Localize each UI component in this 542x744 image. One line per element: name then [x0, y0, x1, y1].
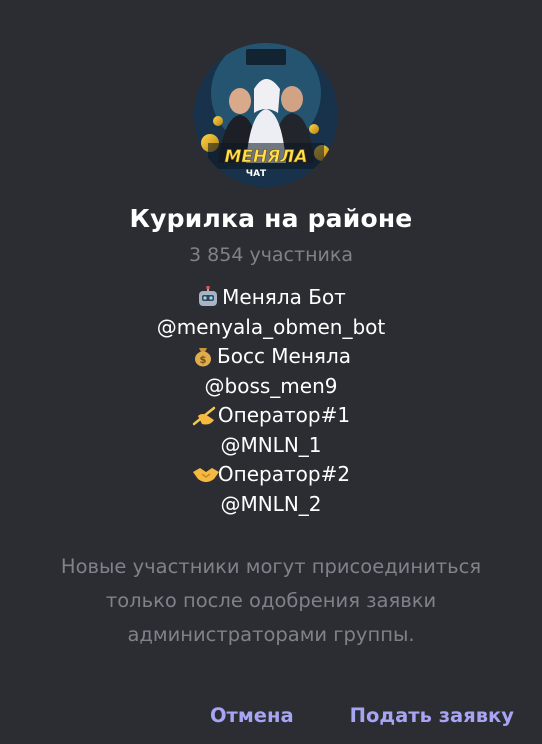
- description-text: Оператор#2: [217, 462, 351, 486]
- bot-username-link[interactable]: @menyala_obmen_bot: [157, 315, 386, 339]
- join-approval-notice: Новые участники могут присоединиться тол…: [0, 550, 542, 652]
- group-avatar: МЕНЯЛА ЧАТ: [194, 43, 338, 187]
- dialog-actions: Отмена Подать заявку: [210, 700, 514, 732]
- avatar-image: МЕНЯЛА ЧАТ: [194, 43, 338, 187]
- svg-text:ЧАТ: ЧАТ: [246, 169, 267, 179]
- svg-text:МЕНЯЛА: МЕНЯЛА: [224, 147, 307, 167]
- cancel-button[interactable]: Отмена: [210, 700, 294, 732]
- join-request-dialog: МЕНЯЛА ЧАТ Курилка на районе 3 854 участ…: [0, 0, 542, 744]
- operator2-username-link[interactable]: @MNLN_2: [220, 492, 321, 516]
- description-line: @menyala_obmen_bot: [0, 313, 542, 343]
- description-text: Оператор#1: [217, 403, 351, 427]
- description-line: Оператор#1: [0, 401, 542, 431]
- money-bag-icon: $: [191, 345, 215, 367]
- writing-hand-icon: [192, 404, 216, 426]
- description-line: @MNLN_2: [0, 490, 542, 520]
- boss-username-link[interactable]: @boss_men9: [205, 374, 338, 398]
- handshake-icon: [192, 463, 219, 485]
- description-text: Меняла Бот: [222, 285, 346, 309]
- description-line: $ Босс Меняла: [0, 342, 542, 372]
- description-line: Оператор#2: [0, 460, 542, 490]
- description-line: @boss_men9: [0, 372, 542, 402]
- description-line: @MNLN_1: [0, 431, 542, 461]
- notice-line: только после одобрения заявки: [105, 589, 437, 612]
- submit-request-button[interactable]: Подать заявку: [350, 700, 514, 732]
- operator1-username-link[interactable]: @MNLN_1: [220, 433, 321, 457]
- robot-icon: [196, 285, 220, 308]
- description-text: Босс Меняла: [216, 344, 351, 368]
- group-description: Меняла Бот @menyala_obmen_bot $ Босс Мен…: [0, 283, 542, 519]
- notice-line: администраторами группы.: [127, 623, 415, 646]
- group-title: Курилка на районе: [129, 204, 413, 233]
- svg-text:$: $: [200, 355, 207, 366]
- notice-line: Новые участники могут присоединиться: [60, 555, 482, 578]
- description-line: Меняла Бот: [0, 283, 542, 313]
- member-count: 3 854 участника: [189, 244, 353, 266]
